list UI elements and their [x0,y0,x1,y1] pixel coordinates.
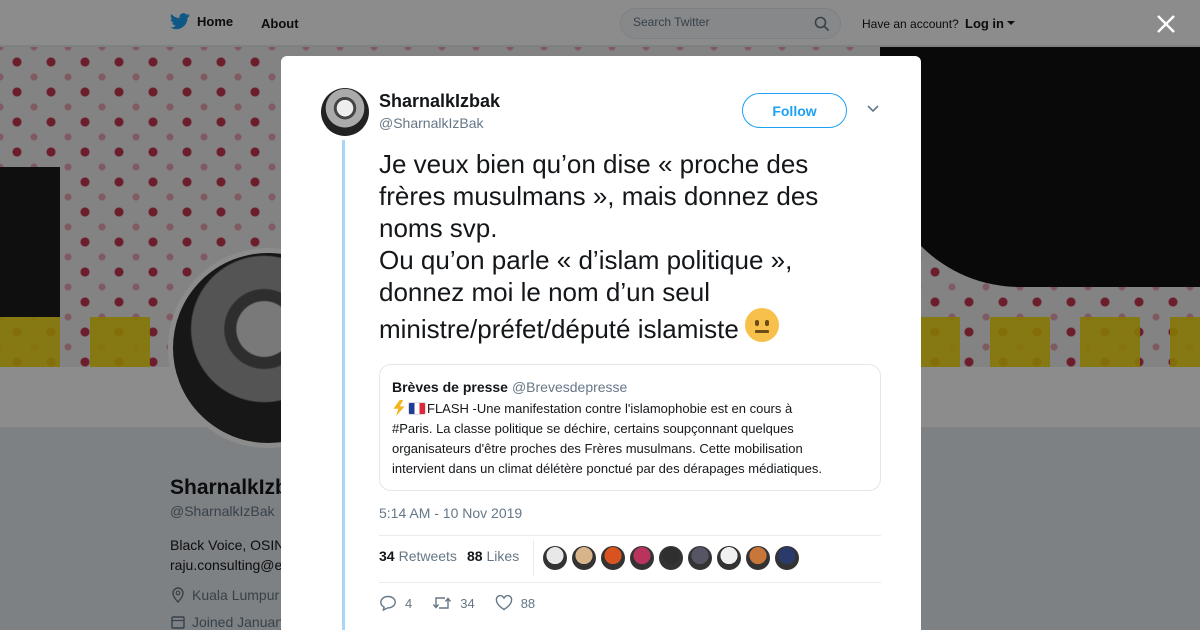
author-handle[interactable]: @SharnalkIzBak [379,115,483,131]
france-flag-emoji [408,402,426,415]
tweet-text-line: donnez moi le nom d’un seul [379,277,710,307]
tweet-modal: SharnalkIzbak @SharnalkIzBak Follow Je v… [281,56,921,630]
likes-label[interactable]: Likes [487,548,520,564]
quoted-text-line: organisateurs d'être proches des Frères … [392,441,803,456]
quoted-text-line: #Paris. La classe politique se déchire, … [392,421,794,436]
stats-separator [533,540,534,576]
quoted-text-line: intervient dans un climat délétère ponct… [392,461,822,476]
heart-icon [495,595,512,611]
follow-button[interactable]: Follow [742,93,847,128]
like-button[interactable]: 88 [495,595,535,611]
liker-avatar[interactable] [630,546,654,570]
tweet-text: Je veux bien qu’on dise « proche des frè… [379,148,879,345]
tweet-text-line: Ou qu’on parle « d’islam politique », [379,245,793,275]
liker-avatar[interactable] [572,546,596,570]
liker-avatar[interactable] [775,546,799,570]
liker-avatar[interactable] [717,546,741,570]
retweet-count: 34 [460,595,475,611]
liker-avatar[interactable] [601,546,625,570]
tweet-text-line: frères musulmans », mais donnez des [379,181,819,211]
high-voltage-emoji [393,400,405,416]
reply-button[interactable]: 4 [379,595,412,611]
liker-avatars [543,546,804,570]
quoted-tweet-header: Brèves de presse @Brevesdepresse [392,379,627,395]
retweet-button[interactable]: 34 [432,595,475,611]
tweet-timestamp[interactable]: 5:14 AM - 10 Nov 2019 [379,505,522,521]
divider [379,535,881,536]
author-name[interactable]: SharnalkIzbak [379,91,500,112]
thread-line [342,140,345,630]
neutral-face-emoji [744,308,779,342]
retweets-count[interactable]: 34 [379,548,395,564]
quoted-tweet-text: FLASH -Une manifestation contre l'islamo… [392,399,870,479]
divider [379,582,881,583]
tweet-text-last-line: ministre/préfet/député islamiste [379,308,879,345]
liker-avatar[interactable] [688,546,712,570]
tweet-text-line: ministre/préfet/député islamiste [379,314,739,344]
quoted-text-first-line: FLASH -Une manifestation contre l'islamo… [392,399,870,419]
reply-count: 4 [405,595,413,611]
quoted-author-name: Brèves de presse [392,379,508,395]
liker-avatar[interactable] [543,546,567,570]
close-icon[interactable] [1156,14,1176,34]
tweet-text-line: noms svp. [379,213,498,243]
quoted-author-handle: @Brevesdepresse [511,379,628,395]
reply-icon [380,595,396,611]
author-avatar[interactable] [321,88,369,136]
tweet-text-line: Je veux bien qu’on dise « proche des [379,149,809,179]
tweet-stats: 34 Retweets 88 Likes [379,548,529,564]
quoted-tweet[interactable]: Brèves de presse @Brevesdepresse FLASH -U… [379,364,881,491]
liker-avatar[interactable] [659,546,683,570]
retweet-icon [433,597,452,609]
chevron-down-icon[interactable] [866,104,880,114]
retweets-label[interactable]: Retweets [399,548,457,564]
like-count: 88 [520,595,536,611]
tweet-actions: 4 34 88 [379,595,555,611]
quoted-text-line: FLASH -Une manifestation contre l'islamo… [427,401,793,416]
liker-avatar[interactable] [746,546,770,570]
likes-count[interactable]: 88 [467,548,483,564]
